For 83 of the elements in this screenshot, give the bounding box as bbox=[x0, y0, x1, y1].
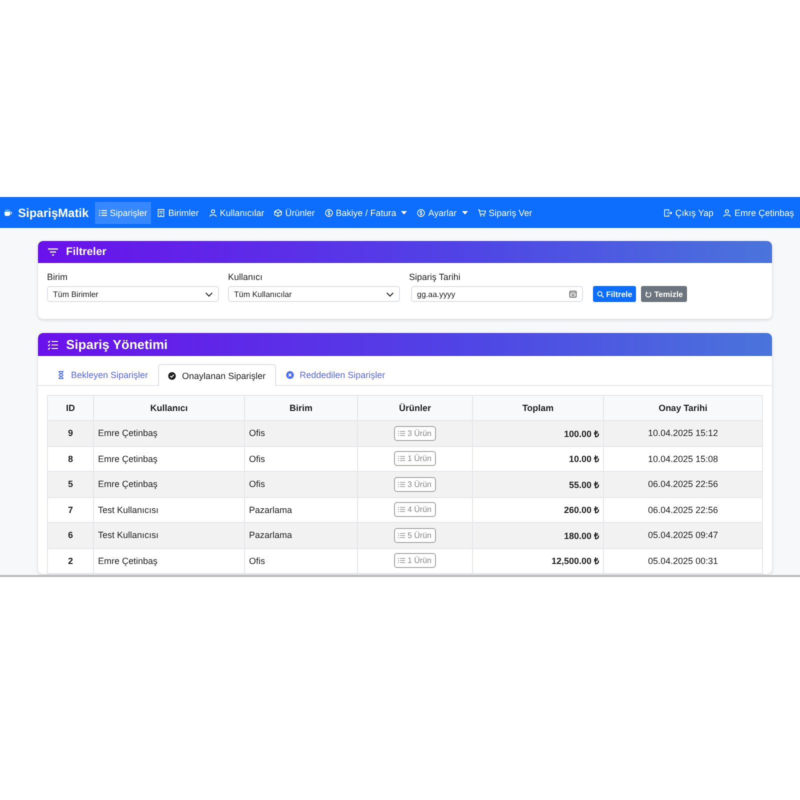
card-title: Filtreler bbox=[66, 246, 106, 258]
column-header: Ürünler bbox=[358, 396, 472, 420]
clear-button[interactable]: Temizle bbox=[641, 286, 687, 302]
nav-link[interactable]: Kullanıcılar bbox=[204, 202, 268, 224]
column-header: Kullanıcı bbox=[94, 396, 244, 420]
table-cell: Ofis bbox=[244, 548, 358, 574]
nav-link[interactable]: Bakiye / Fatura bbox=[320, 202, 412, 224]
select-field[interactable]: Tüm Birimler bbox=[47, 286, 219, 302]
table-cell: 05.04.2025 00:31 bbox=[604, 548, 762, 574]
nav-link[interactable]: Siparişler bbox=[94, 202, 152, 224]
person-icon bbox=[723, 208, 732, 216]
table-cell: 05.04.2025 09:47 bbox=[604, 522, 762, 548]
column-header: ID bbox=[48, 396, 94, 420]
filter-icon bbox=[48, 247, 58, 257]
column-header: Birim bbox=[244, 396, 358, 420]
items-button[interactable]: 3 Ürün bbox=[394, 476, 436, 492]
items-button[interactable]: 1 Ürün bbox=[394, 553, 436, 568]
table-cell: 180.00 ₺ bbox=[472, 522, 604, 548]
chevron-down-icon bbox=[205, 292, 213, 296]
table-cell: Pazarlama bbox=[244, 522, 358, 548]
nav-link[interactable]: Sipariş Ver bbox=[474, 202, 536, 224]
items-button[interactable]: 1 Ürün bbox=[394, 451, 436, 466]
tab[interactable]: Onaylanan Siparişler bbox=[158, 364, 276, 386]
items-button[interactable]: 5 Ürün bbox=[394, 528, 436, 543]
caret-icon bbox=[401, 210, 408, 214]
list-icon bbox=[398, 430, 406, 437]
list-icon bbox=[398, 557, 406, 564]
table-cell: 2 bbox=[48, 548, 94, 574]
table-cell: 12,500.00 ₺ bbox=[472, 548, 604, 574]
tab[interactable]: Bekleyen Siparişler bbox=[47, 364, 158, 385]
box-icon bbox=[274, 208, 282, 216]
nav-link[interactable]: Birimler bbox=[153, 202, 203, 224]
cup-icon bbox=[4, 208, 12, 216]
calendar-icon bbox=[569, 290, 577, 298]
table-cell: Emre Çetinbaş bbox=[94, 472, 244, 497]
list-icon bbox=[398, 455, 406, 462]
caret-icon bbox=[462, 210, 468, 214]
date-field[interactable]: gg.aa.yyyy bbox=[411, 286, 583, 302]
table-cell: 06.04.2025 22:56 bbox=[604, 472, 762, 497]
table-cell: 55.00 ₺ bbox=[472, 472, 604, 497]
logout-icon bbox=[664, 208, 672, 216]
card-title: Sipariş Yönetimi bbox=[66, 337, 168, 352]
items-button[interactable]: 4 Ürün bbox=[394, 502, 436, 518]
nav-link[interactable]: Emre Çetinbaş bbox=[719, 202, 798, 224]
column-header: Toplam bbox=[472, 396, 604, 420]
select-field[interactable]: Tüm Kullanıcılar bbox=[228, 286, 400, 302]
nav-link[interactable]: Çıkış Yap bbox=[660, 202, 718, 224]
field-label: Birim bbox=[47, 272, 68, 282]
filter-button[interactable]: Filtrele bbox=[593, 286, 636, 302]
table-cell: 10.04.2025 15:12 bbox=[604, 420, 762, 446]
checklist-icon bbox=[48, 340, 58, 350]
field-label: Kullanıcı bbox=[228, 272, 264, 282]
nav-link[interactable]: Ayarlar bbox=[413, 202, 472, 224]
coin-icon bbox=[417, 208, 426, 216]
building-icon bbox=[157, 208, 166, 216]
field-label: Sipariş Tarihi bbox=[409, 272, 462, 282]
chevron-down-icon bbox=[386, 292, 394, 296]
search-icon bbox=[597, 290, 604, 298]
table-cell: Test Kullanıcısı bbox=[94, 522, 244, 548]
table-cell: 9 bbox=[48, 420, 94, 446]
cart-icon bbox=[478, 208, 486, 216]
brand-link[interactable]: SiparişMatik bbox=[4, 206, 89, 220]
hourglass-icon bbox=[57, 371, 65, 379]
person-icon bbox=[208, 208, 217, 216]
items-button[interactable]: 3 Ürün bbox=[394, 426, 436, 441]
table-cell: 6 bbox=[48, 522, 94, 548]
list-icon bbox=[398, 480, 406, 488]
x-circle-icon bbox=[286, 371, 294, 379]
coin-icon bbox=[324, 208, 333, 216]
table-cell: Emre Çetinbaş bbox=[94, 548, 244, 574]
list-icon bbox=[98, 208, 107, 216]
check-circle-icon bbox=[168, 372, 176, 380]
table-cell: Ofis bbox=[244, 472, 358, 497]
column-header: Onay Tarihi bbox=[604, 396, 762, 420]
tab[interactable]: Reddedilen Siparişler bbox=[276, 364, 396, 385]
table-cell: 100.00 ₺ bbox=[472, 420, 604, 446]
table-cell: Emre Çetinbaş bbox=[94, 420, 244, 446]
table-cell: Ofis bbox=[244, 420, 358, 446]
list-icon bbox=[398, 506, 406, 514]
list-icon bbox=[398, 532, 406, 539]
refresh-icon bbox=[645, 290, 652, 298]
nav-link[interactable]: Ürünler bbox=[270, 202, 319, 224]
table-cell: 5 bbox=[48, 472, 94, 497]
